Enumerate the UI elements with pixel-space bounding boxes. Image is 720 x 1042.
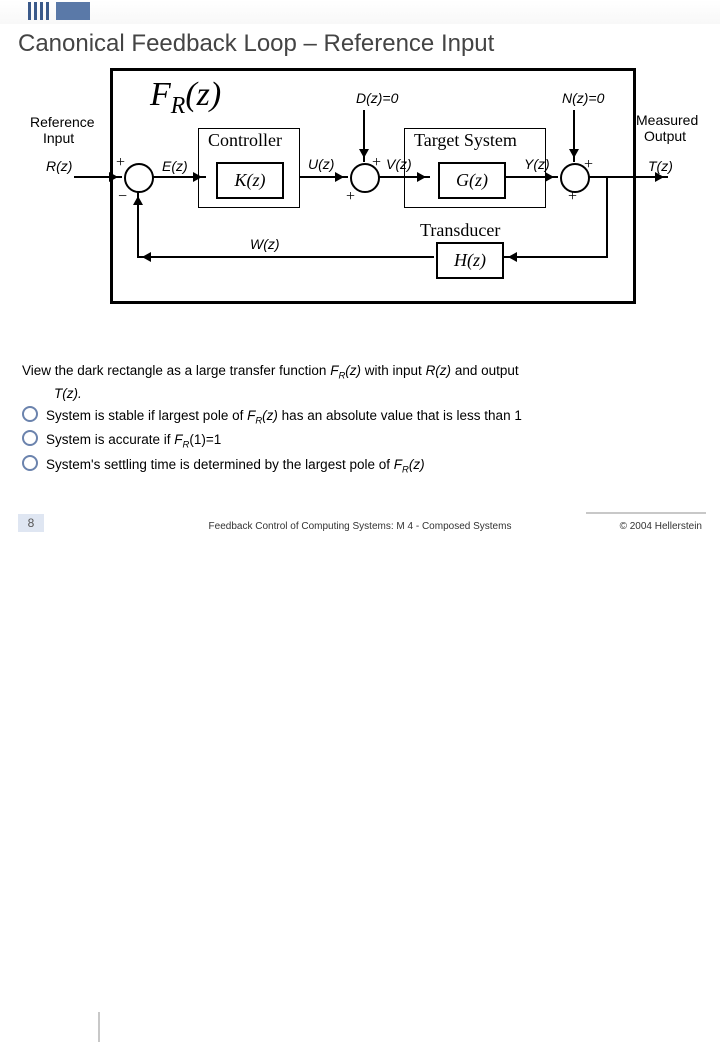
fb-to-H	[504, 256, 608, 258]
arrow-Y	[506, 176, 558, 178]
sign-s3-p1: +	[584, 156, 593, 174]
footer-accent	[98, 1012, 100, 1042]
arrow-R-in	[74, 176, 122, 178]
sig-U: U(z)	[308, 156, 334, 172]
block-diagram: Reference Input R(z) Measured Output T(z…	[40, 68, 680, 348]
footer-center: Feedback Control of Computing Systems: M…	[0, 521, 720, 532]
fb-down	[606, 178, 608, 258]
window-top-accent	[0, 0, 720, 24]
ref-input-label-1: Reference	[30, 114, 95, 130]
b3a: System's settling time is determined by …	[46, 457, 394, 472]
sig-D: D(z)=0	[356, 90, 398, 106]
n2: T(z).	[54, 386, 82, 401]
sig-W: W(z)	[250, 236, 280, 252]
fr-R: R	[171, 93, 186, 119]
n1c: and output	[451, 363, 519, 378]
sig-N: N(z)=0	[562, 90, 604, 106]
sign-s2-p2: +	[346, 188, 355, 206]
K-label: K(z)	[218, 164, 282, 197]
arrow-T-out	[588, 176, 668, 178]
slide-footer: 8 Feedback Control of Computing Systems:…	[0, 512, 720, 534]
sign-s3-p2: +	[568, 188, 577, 206]
note-line1: View the dark rectangle as a large trans…	[22, 362, 698, 383]
b2b: (1)=1	[189, 432, 221, 447]
sign-s2-p1: +	[372, 154, 381, 172]
sig-R: R(z)	[46, 158, 72, 174]
block-G: G(z)	[438, 162, 506, 199]
fr-label: FR(z)	[150, 76, 221, 120]
sign-s1-plus: +	[116, 154, 125, 172]
footer-copyright: © 2004 Hellerstein	[620, 521, 702, 532]
sig-E: E(z)	[162, 158, 188, 174]
b1b: has an absolute value that is less than …	[278, 408, 522, 423]
note-line2: T(z).	[22, 385, 698, 403]
fr-F: F	[150, 76, 171, 113]
arrow-U	[300, 176, 348, 178]
sig-Y: Y(z)	[524, 156, 550, 172]
transducer-title: Transducer	[420, 220, 500, 241]
ref-input-label-2: Input	[43, 130, 74, 146]
page-title: Canonical Feedback Loop – Reference Inpu…	[0, 24, 720, 60]
notes: View the dark rectangle as a large trans…	[0, 362, 720, 477]
target-title: Target System	[414, 130, 517, 151]
meas-out-1: Measured	[636, 112, 698, 128]
sign-s1-minus: −	[118, 188, 127, 206]
b1a: System is stable if largest pole of	[46, 408, 247, 423]
block-K: K(z)	[216, 162, 284, 199]
bullet-icon	[22, 455, 38, 471]
fb-from-H	[138, 256, 434, 258]
block-H: H(z)	[436, 242, 504, 279]
fr-arg: (z)	[185, 76, 221, 113]
fb-up	[137, 192, 139, 258]
b2a: System is accurate if	[46, 432, 174, 447]
footer-rule	[586, 512, 706, 514]
bullet-icon	[22, 406, 38, 422]
G-label: G(z)	[440, 164, 504, 197]
summer-error	[124, 163, 154, 193]
H-label: H(z)	[438, 244, 502, 277]
arrow-N-down	[573, 110, 575, 162]
bullet-1: System is stable if largest pole of FR(z…	[22, 406, 698, 428]
n1a: View the dark rectangle as a large trans…	[22, 363, 330, 378]
bullet-3: System's settling time is determined by …	[22, 455, 698, 477]
arrow-D-down	[363, 110, 365, 162]
n1b: with input	[361, 363, 426, 378]
bullet-icon	[22, 430, 38, 446]
meas-out-2: Output	[644, 128, 686, 144]
controller-title: Controller	[208, 130, 282, 151]
bullet-2: System is accurate if FR(1)=1	[22, 430, 698, 452]
